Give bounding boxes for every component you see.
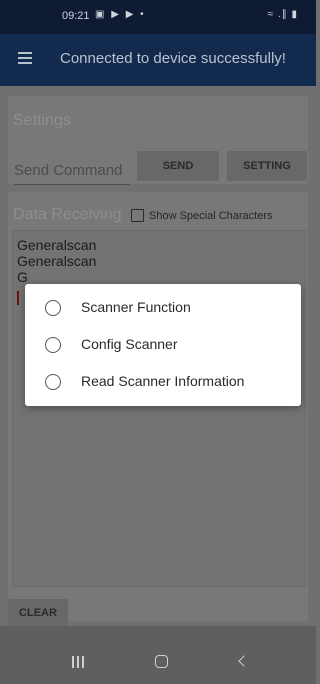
home-icon[interactable] [155,655,168,668]
send-command-input[interactable]: Send Command [14,162,130,185]
settings-title: Settings [13,112,71,129]
option-scanner-function[interactable]: Scanner Function [25,290,301,326]
status-bar: 09:21 ▣ ▶ ▶ • ≈ .∥ ▮ [0,0,316,34]
clear-button[interactable]: CLEAR [8,599,68,627]
settings-card: Settings Send Command SEND SETTING [8,96,308,185]
app-bar-title: Connected to device successfully! [60,50,286,67]
data-receiving-title: Data Receiving [13,206,122,223]
received-line: Generalscan [17,253,97,269]
options-dialog: Scanner Function Config Scanner Read Sca… [25,284,301,406]
text-cursor [17,291,19,305]
show-special-characters-label: Show Special Characters [149,210,273,222]
option-config-scanner[interactable]: Config Scanner [25,327,301,363]
option-read-scanner-information[interactable]: Read Scanner Information [25,364,301,400]
system-nav-bar [0,626,316,684]
option-label: Config Scanner [81,336,178,352]
status-time: 09:21 [62,10,90,22]
send-button[interactable]: SEND [137,151,219,181]
radio-button[interactable] [45,300,61,316]
back-icon[interactable] [238,655,250,667]
received-line: Generalscan [17,237,97,253]
notification-icons: ▣ ▶ ▶ • [95,9,146,20]
option-label: Scanner Function [81,299,191,315]
recent-apps-icon[interactable] [72,656,86,668]
system-status-icons: ≈ .∥ ▮ [267,9,298,20]
option-label: Read Scanner Information [81,373,245,389]
radio-button[interactable] [45,374,61,390]
radio-button[interactable] [45,337,61,353]
app-bar: Connected to device successfully! [0,34,316,86]
received-line: G [17,269,28,285]
setting-button[interactable]: SETTING [227,151,307,181]
data-receiving-card: Data Receiving Show Special Characters G… [8,192,308,622]
show-special-characters-checkbox[interactable] [131,209,144,222]
hamburger-menu-icon[interactable] [18,52,32,64]
